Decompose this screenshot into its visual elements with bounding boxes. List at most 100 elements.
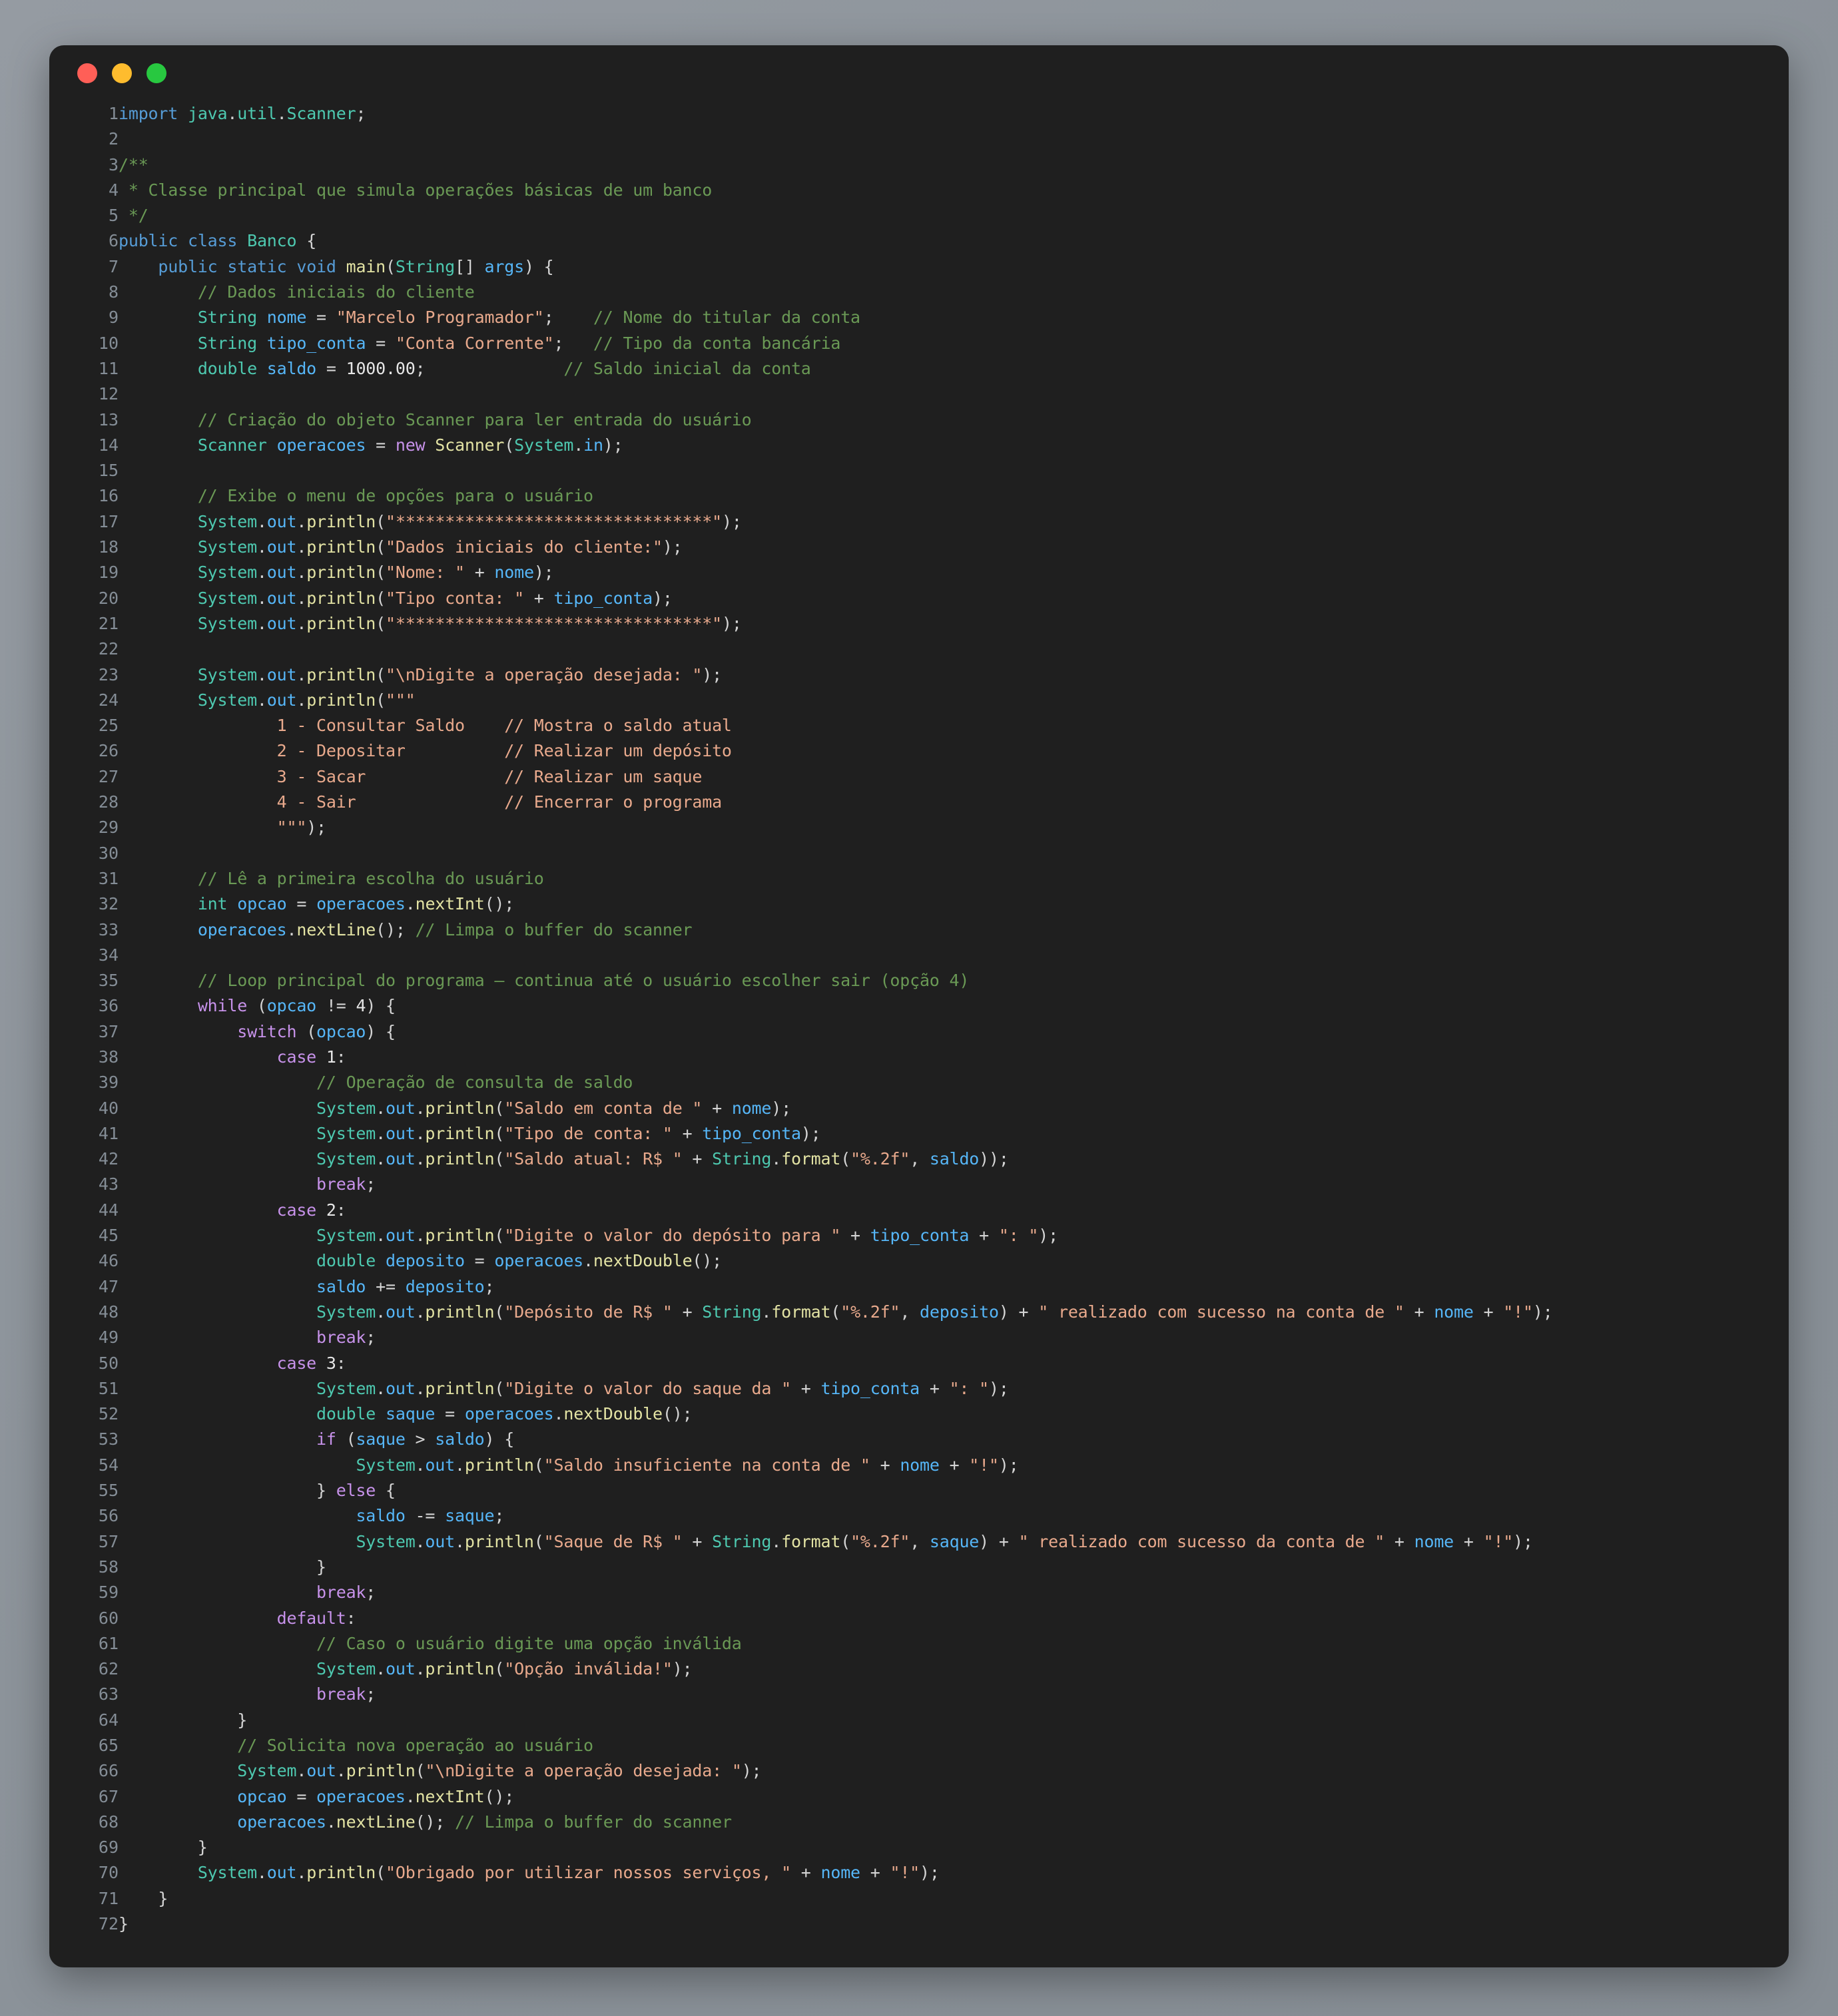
line-content[interactable]: System.out.println("Nome: " + nome); (119, 560, 1762, 585)
line-content[interactable]: } (119, 1911, 1762, 1937)
line-content[interactable]: saldo += deposito; (119, 1274, 1762, 1300)
line-content[interactable]: 3 - Sacar // Realizar um saque (119, 764, 1762, 790)
line-number: 51 (98, 1378, 119, 1398)
line-content[interactable]: opcao = operacoes.nextInt(); (119, 1784, 1762, 1810)
line-content[interactable]: while (opcao != 4) { (119, 993, 1762, 1019)
token-str: "\nDigite a operação desejada: " (386, 664, 703, 684)
line-content[interactable]: break; (119, 1580, 1762, 1605)
line-content[interactable]: public class Banco { (119, 228, 1762, 254)
line-content[interactable]: // Caso o usuário digite uma opção invál… (119, 1631, 1762, 1656)
line-number: 47 (98, 1276, 119, 1296)
token-idf: saldo (929, 1149, 980, 1169)
line-content[interactable]: } (119, 1886, 1762, 1911)
line-content[interactable]: saldo -= saque; (119, 1503, 1762, 1529)
line-content[interactable]: case 3: (119, 1351, 1762, 1376)
line-content[interactable]: Scanner operacoes = new Scanner(System.i… (119, 433, 1762, 458)
token-pun: . (296, 1761, 307, 1781)
token-typ: double (197, 358, 257, 378)
token-pun: { (376, 1481, 396, 1501)
line-content[interactable]: System.out.println("Saldo atual: R$ " + … (119, 1146, 1762, 1172)
line-content[interactable]: // Operação de consulta de saldo (119, 1070, 1762, 1095)
line-content[interactable]: // Criação do objeto Scanner para ler en… (119, 407, 1762, 433)
line-content[interactable]: System.out.println("Obrigado por utiliza… (119, 1860, 1762, 1886)
line-content[interactable] (119, 636, 1762, 662)
line-content[interactable]: default: (119, 1606, 1762, 1631)
line-content[interactable]: System.out.println(""" (119, 688, 1762, 713)
code-editor[interactable]: 1 import java.util.Scanner; 2 3/** 4 * Clas… (49, 101, 1789, 1937)
line-content[interactable]: System.out.println("\nDigite a operação … (119, 1758, 1762, 1784)
token-pun: . (415, 1302, 426, 1322)
close-button-icon[interactable] (77, 63, 97, 83)
line-content[interactable]: int opcao = operacoes.nextInt(); (119, 891, 1762, 917)
token-fn: nextDouble (593, 1251, 693, 1271)
line-content[interactable]: 2 - Depositar // Realizar um depósito (119, 738, 1762, 764)
line-content[interactable]: System.out.println("Digite o valor do sa… (119, 1376, 1762, 1401)
line-content[interactable]: break; (119, 1682, 1762, 1707)
line-content[interactable]: operacoes.nextLine(); // Limpa o buffer … (119, 1810, 1762, 1835)
line-content[interactable]: double deposito = operacoes.nextDouble()… (119, 1248, 1762, 1274)
token-pun (119, 614, 198, 633)
line-content[interactable]: break; (119, 1325, 1762, 1350)
line-content[interactable]: System.out.println("Opção inválida!"); (119, 1656, 1762, 1682)
line-content[interactable]: String nome = "Marcelo Programador"; // … (119, 305, 1762, 330)
line-content[interactable]: } (119, 1835, 1762, 1860)
line-content[interactable]: System.out.println("Saldo insuficiente n… (119, 1453, 1762, 1478)
line-content[interactable]: System.out.println("Digite o valor do de… (119, 1223, 1762, 1248)
line-content[interactable]: switch (opcao) { (119, 1019, 1762, 1045)
line-content[interactable]: */ (119, 203, 1762, 228)
token-pun (119, 1609, 277, 1628)
line-content[interactable]: System.out.println("Tipo de conta: " + t… (119, 1121, 1762, 1146)
code-line: 36 while (opcao != 4) { (49, 993, 1762, 1019)
minimize-button-icon[interactable] (112, 63, 132, 83)
line-content[interactable]: break; (119, 1172, 1762, 1197)
line-content[interactable]: System.out.println("********************… (119, 509, 1762, 535)
line-content[interactable]: System.out.println("Saque de R$ " + Stri… (119, 1529, 1762, 1555)
token-pun: ( (376, 690, 386, 710)
code-line: 26 2 - Depositar // Realizar um depósito (49, 738, 1762, 764)
line-content[interactable] (119, 841, 1762, 866)
line-content[interactable]: } (119, 1555, 1762, 1580)
line-content[interactable]: // Dados iniciais do cliente (119, 280, 1762, 305)
token-idf: saldo (435, 1429, 485, 1449)
line-content[interactable]: /** (119, 152, 1762, 178)
line-content[interactable]: 4 - Sair // Encerrar o programa (119, 790, 1762, 815)
line-number: 58 (98, 1557, 119, 1577)
token-pun: . (376, 1378, 386, 1398)
line-content[interactable]: // Loop principal do programa – continua… (119, 968, 1762, 993)
token-pun (257, 308, 267, 327)
line-content[interactable]: System.out.println("********************… (119, 611, 1762, 636)
line-content[interactable] (119, 126, 1762, 152)
line-content[interactable]: 1 - Consultar Saldo // Mostra o saldo at… (119, 713, 1762, 738)
line-content[interactable]: * Classe principal que simula operações … (119, 178, 1762, 203)
line-content[interactable]: // Exibe o menu de opções para o usuário (119, 483, 1762, 509)
line-content[interactable]: public static void main(String[] args) { (119, 254, 1762, 280)
line-content[interactable]: // Solicita nova operação ao usuário (119, 1733, 1762, 1758)
line-content[interactable]: System.out.println("Depósito de R$ " + S… (119, 1300, 1762, 1325)
line-content[interactable]: case 1: (119, 1045, 1762, 1070)
line-number: 53 (98, 1429, 119, 1449)
token-pun: . (227, 104, 238, 123)
line-content[interactable]: } (119, 1708, 1762, 1733)
line-content[interactable]: System.out.println("Saldo em conta de " … (119, 1096, 1762, 1121)
line-content[interactable]: double saque = operacoes.nextDouble(); (119, 1401, 1762, 1427)
token-pun (119, 1277, 316, 1296)
line-content[interactable]: double saldo = 1000.00; // Saldo inicial… (119, 356, 1762, 381)
line-content[interactable]: case 2: (119, 1198, 1762, 1223)
maximize-button-icon[interactable] (147, 63, 166, 83)
line-content[interactable]: String tipo_conta = "Conta Corrente"; //… (119, 331, 1762, 356)
token-typ: double (316, 1404, 376, 1424)
line-content[interactable]: import java.util.Scanner; (119, 101, 1762, 126)
line-content[interactable] (119, 943, 1762, 968)
code-line: 64 } (49, 1708, 1762, 1733)
line-content[interactable]: System.out.println("Tipo conta: " + tipo… (119, 586, 1762, 611)
line-content[interactable]: // Lê a primeira escolha do usuário (119, 866, 1762, 891)
line-content[interactable]: System.out.println("\nDigite a operação … (119, 662, 1762, 688)
line-content[interactable] (119, 381, 1762, 407)
line-content[interactable]: if (saque > saldo) { (119, 1427, 1762, 1452)
line-content[interactable]: """); (119, 815, 1762, 840)
line-content[interactable] (119, 458, 1762, 483)
token-fn: format (771, 1302, 831, 1322)
line-content[interactable]: System.out.println("Dados iniciais do cl… (119, 535, 1762, 560)
line-content[interactable]: } else { (119, 1478, 1762, 1503)
line-content[interactable]: operacoes.nextLine(); // Limpa o buffer … (119, 917, 1762, 943)
